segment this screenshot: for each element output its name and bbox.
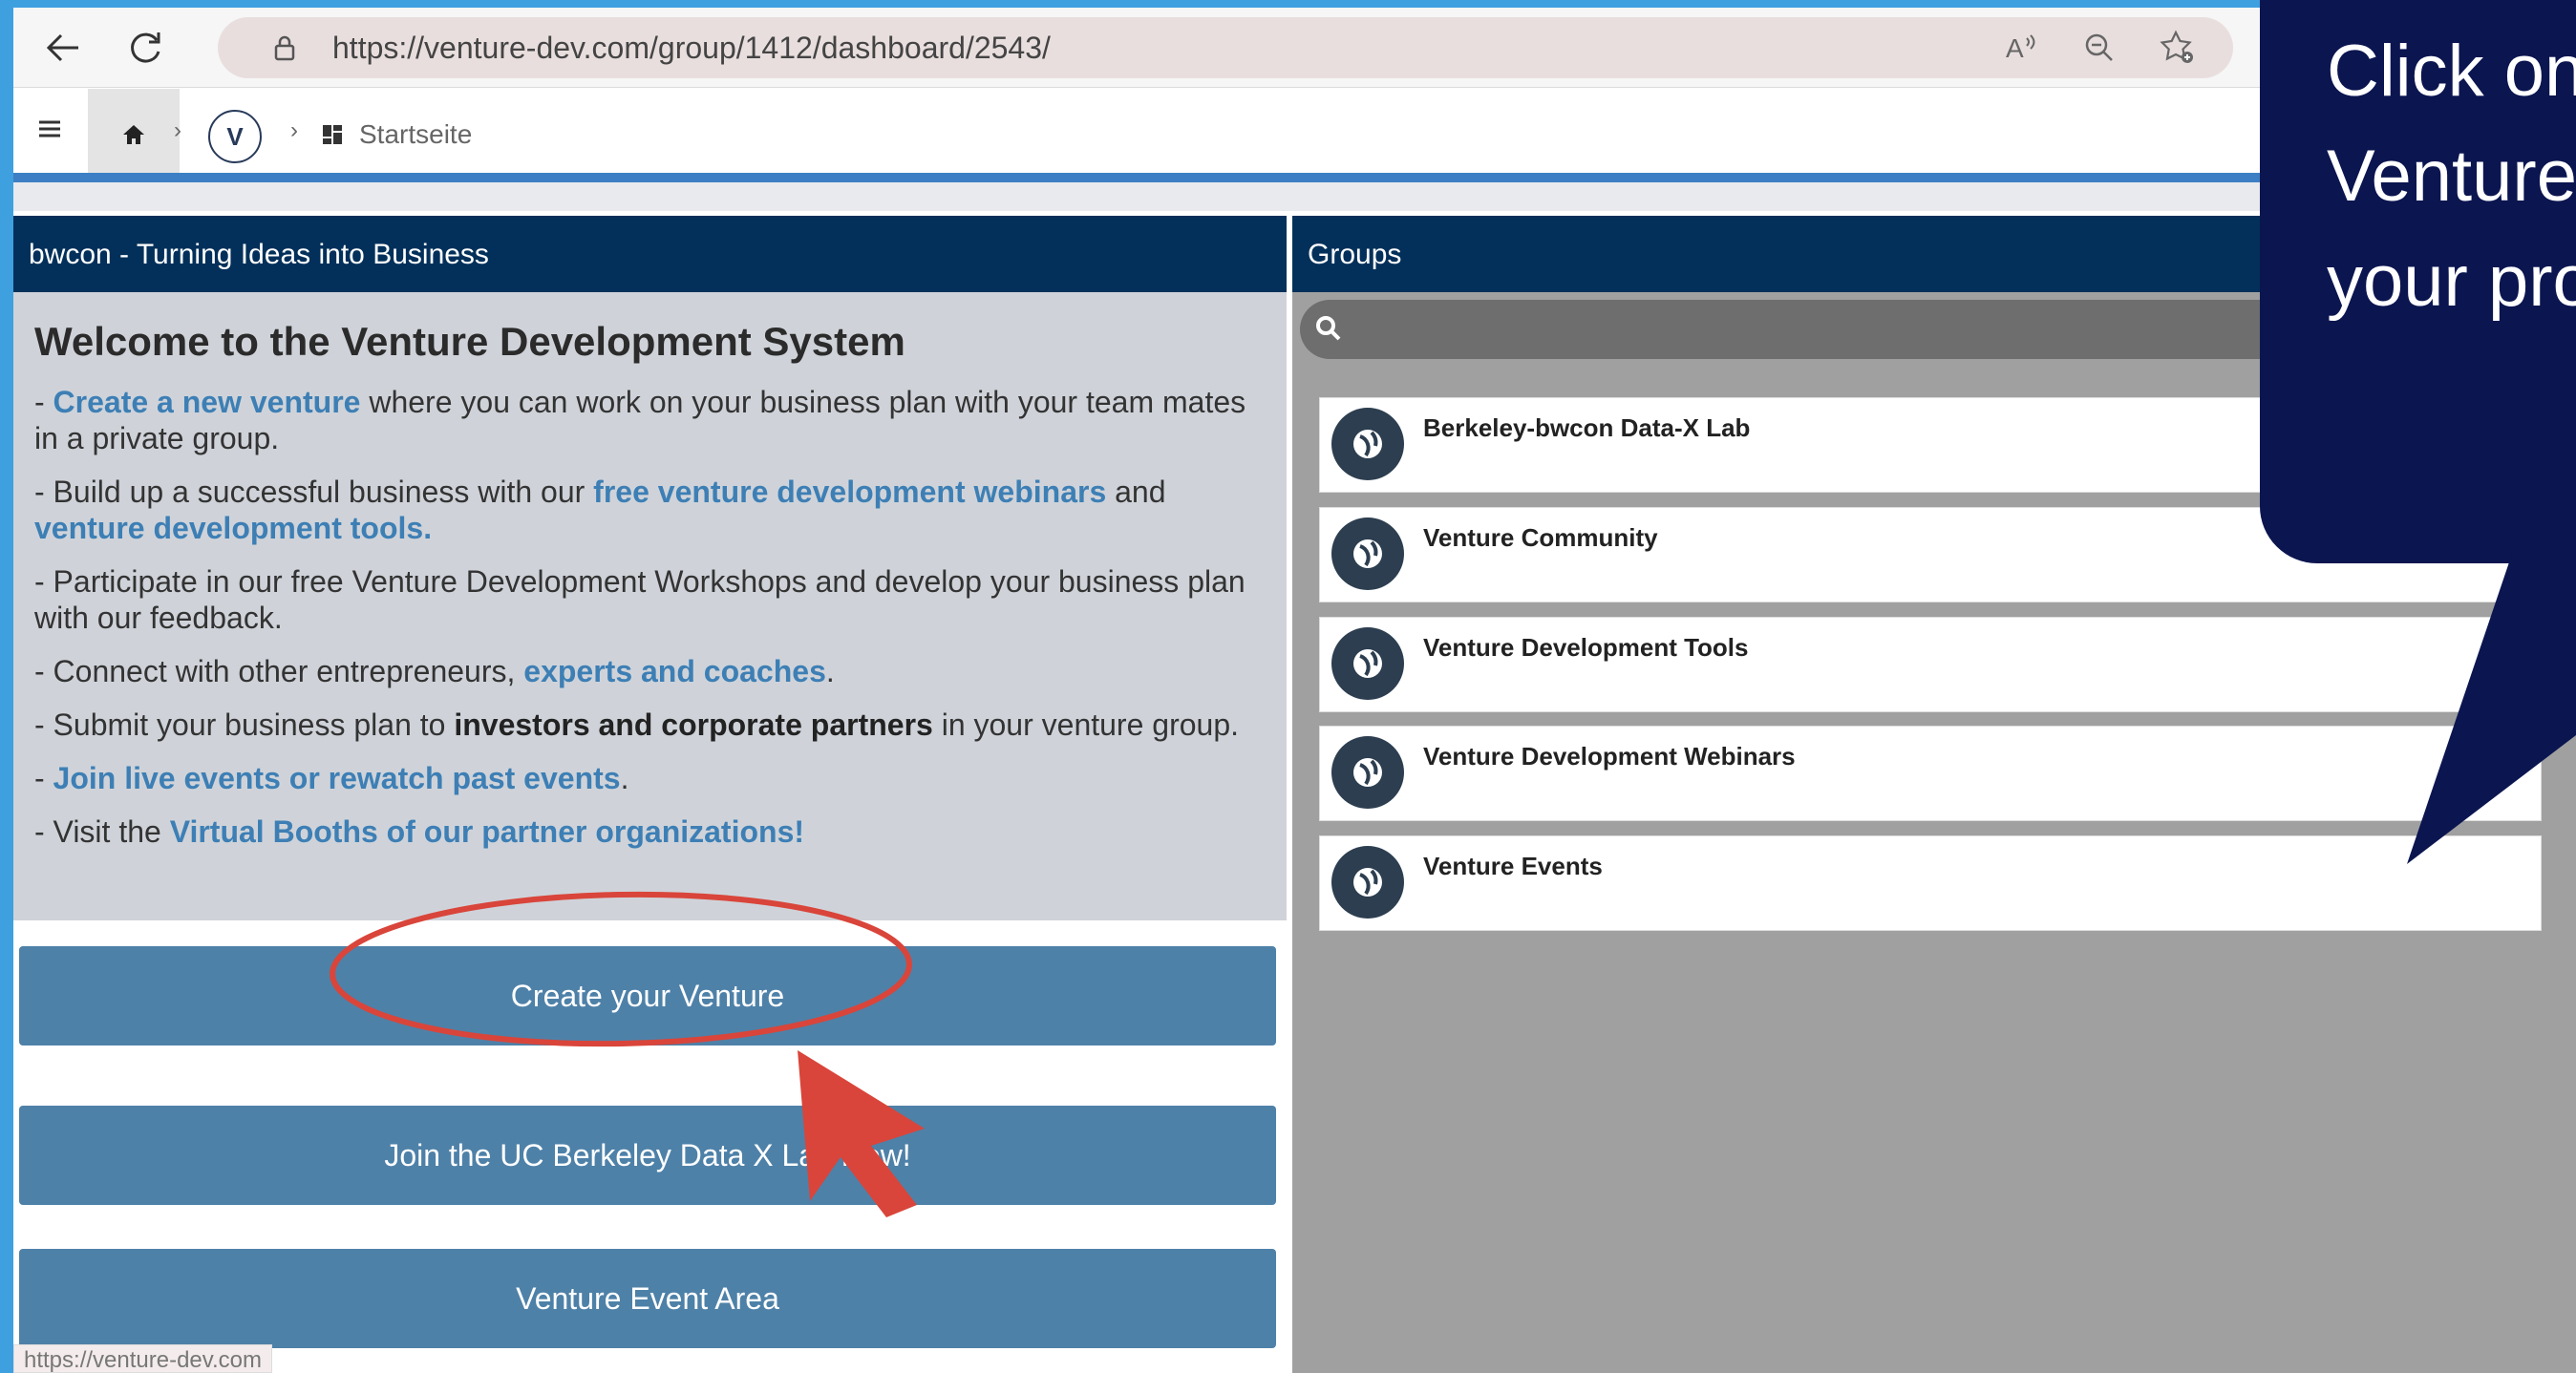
highlight-ellipse [330,891,912,1047]
pointer-arrow-icon [798,1050,925,1217]
status-url: https://venture-dev.com [13,1344,272,1373]
annotation-overlay [330,891,925,1217]
